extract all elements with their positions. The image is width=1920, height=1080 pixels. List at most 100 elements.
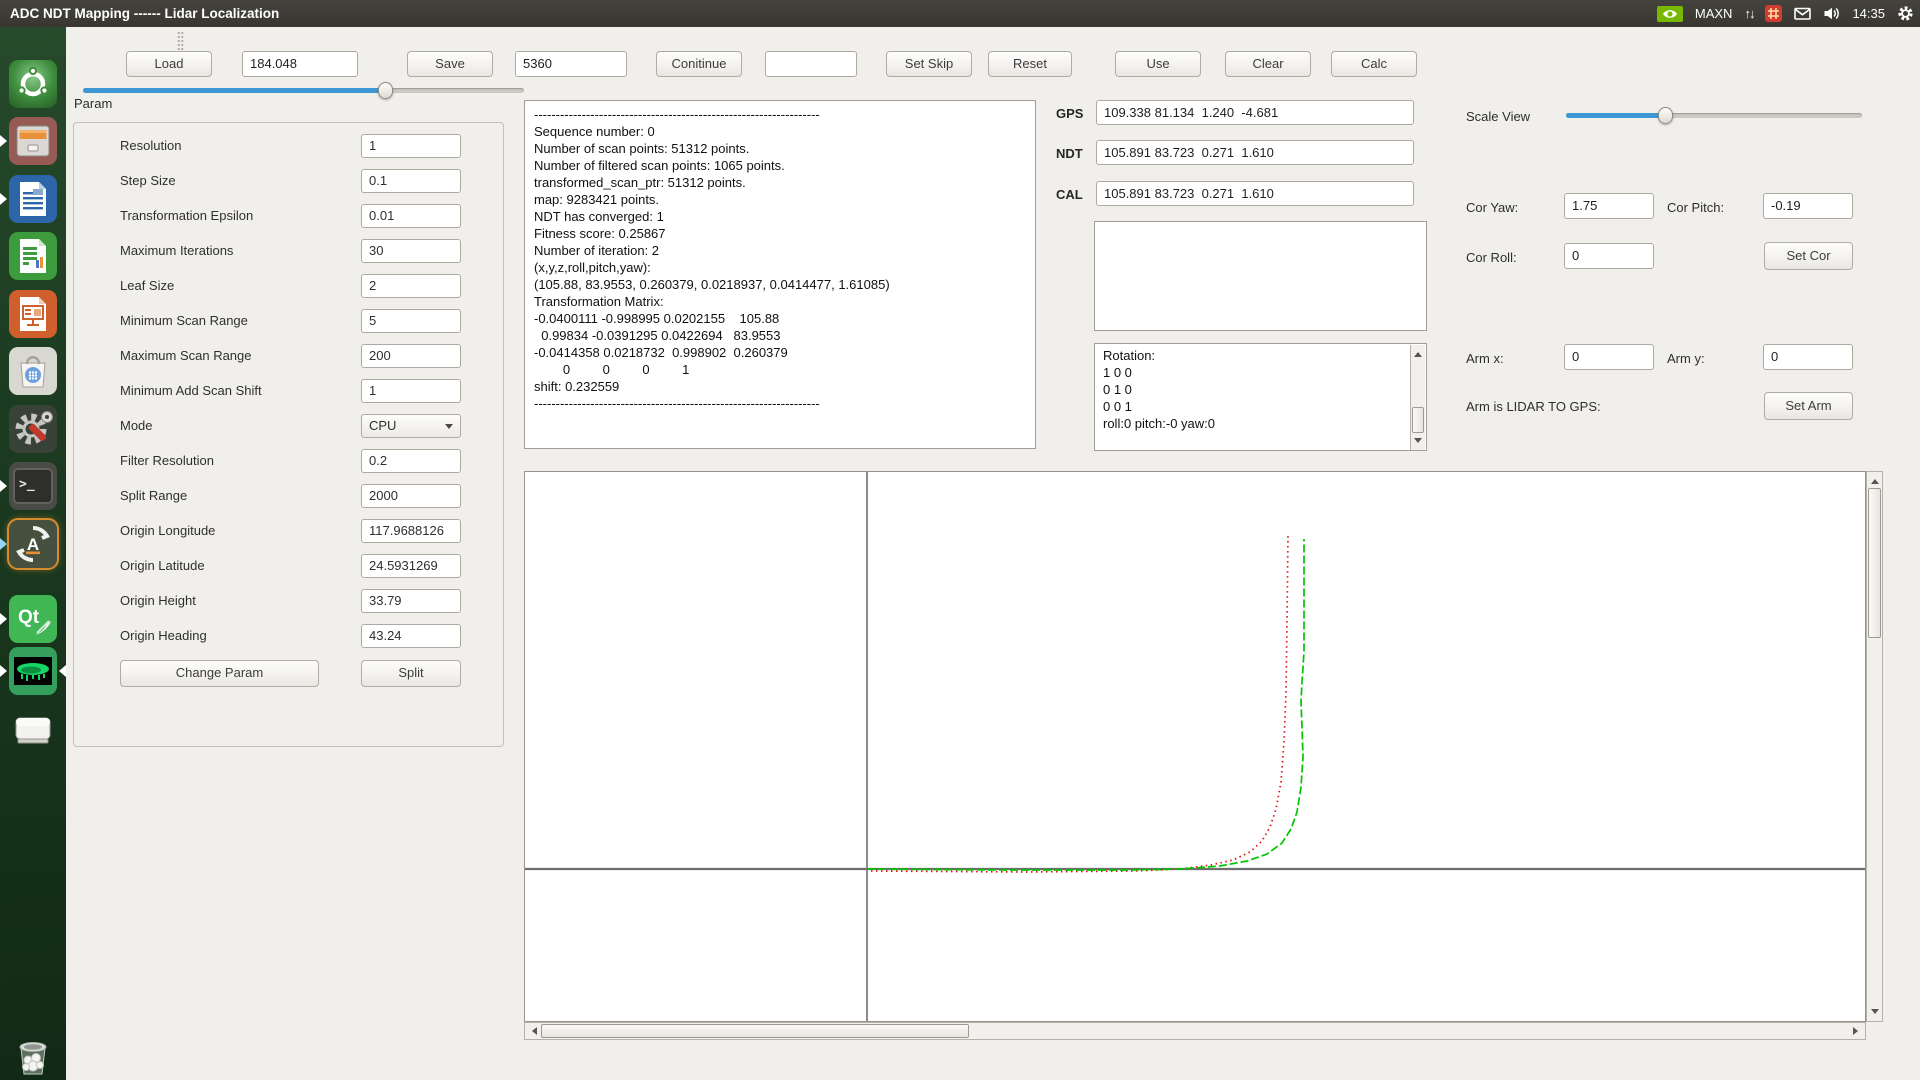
slider-handle[interactable] xyxy=(1658,107,1673,124)
qt-creator-icon[interactable]: Qt xyxy=(9,595,57,643)
system-settings-icon[interactable] xyxy=(9,405,57,453)
gpu-mode-label: MAXN xyxy=(1695,6,1733,21)
load-button[interactable]: Load xyxy=(126,51,212,77)
text-line: ----------------------------------------… xyxy=(534,395,1035,412)
cor-roll-input[interactable]: 0 xyxy=(1564,243,1654,269)
arm-y-label: Arm y: xyxy=(1667,351,1705,366)
terminal-icon[interactable]: >_ xyxy=(9,462,57,510)
param-input[interactable]: 24.5931269 xyxy=(361,554,461,578)
cal-value[interactable]: 105.891 83.723 0.271 1.610 xyxy=(1096,181,1414,206)
trash-icon[interactable] xyxy=(9,1032,57,1080)
updown-arrows-icon[interactable]: ↑↓ xyxy=(1744,6,1753,21)
text-line: -0.0414358 0.0218732 0.998902 0.260379 xyxy=(534,344,1035,361)
text-line: NDT has converged: 1 xyxy=(534,208,1035,225)
rotation-box[interactable]: Rotation:1 0 00 1 00 0 1roll:0 pitch:-0 … xyxy=(1094,343,1427,451)
svg-text:A: A xyxy=(27,535,39,554)
set-cor-button[interactable]: Set Cor xyxy=(1764,242,1853,270)
param-input[interactable]: 33.79 xyxy=(361,589,461,613)
calc-button[interactable]: Calc xyxy=(1331,51,1417,77)
param-input[interactable]: 43.24 xyxy=(361,624,461,648)
ubuntu-dash-icon[interactable] xyxy=(9,60,57,108)
skip-value-input[interactable] xyxy=(765,51,857,77)
scrollbar-thumb[interactable] xyxy=(541,1024,969,1038)
param-input[interactable]: 5 xyxy=(361,309,461,333)
scroll-up-icon[interactable] xyxy=(1871,475,1879,484)
split-button[interactable]: Split xyxy=(361,660,461,687)
use-button[interactable]: Use xyxy=(1115,51,1201,77)
scroll-down-icon[interactable] xyxy=(1414,438,1422,447)
param-input[interactable]: 0.01 xyxy=(361,204,461,228)
save-value-input[interactable]: 5360 xyxy=(515,51,627,77)
text-line: 0.99834 -0.0391295 0.0422694 83.9553 xyxy=(534,327,1035,344)
scale-view-slider[interactable] xyxy=(1566,107,1862,124)
scroll-up-icon[interactable] xyxy=(1414,348,1422,357)
save-button[interactable]: Save xyxy=(407,51,493,77)
set-arm-button[interactable]: Set Arm xyxy=(1764,392,1853,420)
cor-yaw-input[interactable]: 1.75 xyxy=(1564,193,1654,219)
param-input[interactable]: 0.1 xyxy=(361,169,461,193)
continue-button[interactable]: Conitinue xyxy=(656,51,742,77)
change-param-button[interactable]: Change Param xyxy=(120,660,319,687)
param-input[interactable]: 2000 xyxy=(361,484,461,508)
nvidia-icon[interactable] xyxy=(1657,6,1683,22)
gps-value[interactable]: 109.338 81.134 1.240 -4.681 xyxy=(1096,100,1414,125)
param-input[interactable]: 200 xyxy=(361,344,461,368)
text-line: Rotation: xyxy=(1103,347,1408,364)
rotation-scrollbar[interactable] xyxy=(1410,345,1425,450)
arm-y-input[interactable]: 0 xyxy=(1763,344,1853,370)
libreoffice-writer-icon[interactable] xyxy=(9,175,57,223)
param-label: Resolution xyxy=(120,134,181,158)
clear-button[interactable]: Clear xyxy=(1225,51,1311,77)
map-plot-view[interactable] xyxy=(524,471,1866,1022)
scrollbar-thumb[interactable] xyxy=(1868,488,1881,638)
sequence-slider[interactable] xyxy=(83,82,524,99)
running-indicator xyxy=(0,135,13,147)
session-gear-icon[interactable] xyxy=(1897,5,1914,22)
set-skip-button[interactable]: Set Skip xyxy=(886,51,972,77)
input-method-icon[interactable] xyxy=(1765,5,1782,22)
param-input[interactable]: 0.2 xyxy=(361,449,461,473)
focused-indicator xyxy=(53,665,66,677)
external-drive-icon[interactable] xyxy=(9,705,57,753)
param-row: Origin Height33.79 xyxy=(74,589,505,613)
plot-vertical-scrollbar[interactable] xyxy=(1866,471,1883,1022)
arm-note-label: Arm is LIDAR TO GPS: xyxy=(1466,399,1601,414)
param-input[interactable]: 1 xyxy=(361,134,461,158)
param-label: Origin Heading xyxy=(120,624,207,648)
param-label: Minimum Scan Range xyxy=(120,309,248,333)
chevron-down-icon xyxy=(445,424,453,433)
text-line: shift: 0.232559 xyxy=(534,378,1035,395)
plot-horizontal-scrollbar[interactable] xyxy=(524,1022,1866,1040)
text-line: Sequence number: 0 xyxy=(534,123,1035,140)
ubuntu-software-icon[interactable] xyxy=(9,347,57,395)
text-line: transformed_scan_ptr: 51312 points. xyxy=(534,174,1035,191)
scrollbar-thumb[interactable] xyxy=(1412,407,1424,433)
slider-handle[interactable] xyxy=(378,82,393,99)
cor-pitch-input[interactable]: -0.19 xyxy=(1763,193,1853,219)
ndt-value[interactable]: 105.891 83.723 0.271 1.610 xyxy=(1096,140,1414,165)
scroll-left-icon[interactable] xyxy=(528,1027,537,1035)
param-input[interactable]: 2 xyxy=(361,274,461,298)
scroll-right-icon[interactable] xyxy=(1853,1027,1862,1035)
arm-x-input[interactable]: 0 xyxy=(1564,344,1654,370)
libreoffice-calc-icon[interactable] xyxy=(9,232,57,280)
text-line: map: 9283421 points. xyxy=(534,191,1035,208)
libreoffice-impress-icon[interactable] xyxy=(9,290,57,338)
param-label: Origin Longitude xyxy=(120,519,215,543)
param-row: Leaf Size2 xyxy=(74,274,505,298)
param-input[interactable]: 1 xyxy=(361,379,461,403)
load-value-input[interactable]: 184.048 xyxy=(242,51,358,77)
text-line: (105.88, 83.9553, 0.260379, 0.0218937, 0… xyxy=(534,276,1035,293)
file-manager-icon[interactable] xyxy=(9,117,57,165)
param-input[interactable]: 30 xyxy=(361,239,461,263)
console-output[interactable]: ----------------------------------------… xyxy=(524,100,1036,449)
scroll-down-icon[interactable] xyxy=(1871,1009,1879,1018)
mode-select[interactable]: CPU xyxy=(361,414,461,438)
mail-icon[interactable] xyxy=(1794,6,1811,21)
software-updater-icon[interactable]: A xyxy=(9,520,57,568)
volume-icon[interactable] xyxy=(1823,6,1840,21)
reset-button[interactable]: Reset xyxy=(988,51,1072,77)
param-groupbox: Resolution1Step Size0.1Transformation Ep… xyxy=(73,122,504,747)
param-input[interactable]: 117.9688126 xyxy=(361,519,461,543)
lidar-app-icon[interactable] xyxy=(9,647,57,695)
